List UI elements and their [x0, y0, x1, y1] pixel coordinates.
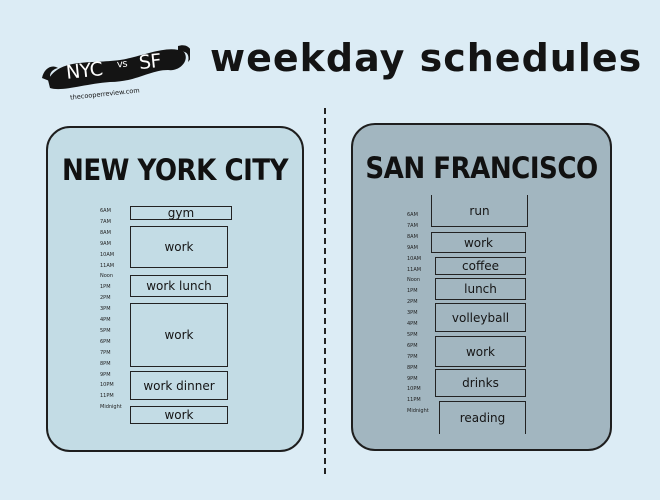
nyc-block-work: work: [130, 226, 228, 268]
nyc-time-label: 3PM: [100, 306, 111, 313]
sf-block-run: run: [431, 195, 528, 227]
nyc-time-label: 9PM: [100, 371, 111, 378]
sf-time-label: 11AM: [407, 266, 422, 273]
sf-block-label: coffee: [462, 259, 499, 273]
sf-time-label: 8PM: [407, 364, 418, 371]
nyc-block-work-lunch: work lunch: [130, 275, 228, 297]
nyc-time-label: 11PM: [100, 393, 114, 400]
sf-time-label: 10PM: [407, 386, 421, 393]
sf-time-label: 7PM: [407, 353, 418, 360]
sf-block-label: volleyball: [451, 310, 510, 325]
nyc-time-label: 4PM: [100, 317, 111, 323]
sf-panel: SAN FRANCISCO 6AM 7AM 8AM 9AM 10AM 11AM Noon 1P…: [351, 123, 612, 451]
nyc-time-label: 11AM: [100, 262, 115, 269]
sf-block-label: lunch: [464, 282, 497, 296]
nyc-time-label: 7AM: [100, 218, 111, 225]
sf-block-work: work: [435, 336, 526, 367]
sf-time-label: 3PM: [407, 310, 418, 317]
nyc-time-label: 6AM: [100, 208, 111, 214]
sf-block-label: reading: [459, 411, 506, 425]
page-title: weekday schedules: [210, 36, 643, 80]
nyc-block-work-dinner: work dinner: [130, 371, 228, 400]
sf-block-drinks: drinks: [435, 369, 526, 397]
sf-block-label: run: [469, 203, 490, 218]
nyc-time-label: 2PM: [100, 295, 111, 302]
sf-time-label: 9PM: [407, 375, 418, 382]
sf-block-reading: reading: [439, 401, 526, 434]
sf-block-work: work: [431, 232, 526, 253]
nyc-time-label: 9AM: [100, 240, 111, 247]
sf-time-label: Midnight: [407, 408, 429, 415]
nyc-time-label: 10AM: [100, 251, 115, 258]
nyc-time-label: 10PM: [100, 382, 114, 389]
sf-time-label: 2PM: [407, 299, 418, 306]
logo-nyc-text: NYC: [64, 58, 104, 84]
sf-time-label: 6PM: [407, 342, 418, 349]
nyc-block-label: work dinner: [143, 378, 215, 393]
center-divider: [324, 108, 326, 474]
nyc-block-work: work: [130, 303, 228, 367]
logo-vs-text: vs: [116, 58, 128, 71]
nyc-time-label: Midnight: [100, 404, 122, 411]
nyc-block-label: work: [164, 240, 194, 254]
sf-block-volleyball: volleyball: [435, 303, 526, 332]
nyc-block-label: work lunch: [146, 279, 212, 293]
nyc-panel: NEW YORK CITY 6AM 7AM 8AM 9AM 10AM 11AM Noon 1P…: [46, 126, 304, 452]
sf-block-label: work: [463, 235, 494, 250]
nyc-block-work: work: [130, 406, 228, 424]
nyc-block-label: work: [164, 408, 194, 422]
nyc-time-label: 8PM: [100, 360, 111, 367]
nyc-time-label: 7PM: [100, 349, 111, 356]
sf-time-label: Noon: [407, 277, 421, 284]
sf-time-label: 4PM: [407, 321, 418, 327]
nyc-time-label: 8AM: [100, 229, 111, 236]
sf-time-label: 6AM: [407, 212, 418, 218]
nyc-block-gym: gym: [130, 206, 232, 220]
nyc-time-label: Noon: [100, 273, 114, 280]
nyc-time-label: 5PM: [100, 327, 111, 334]
sf-time-label: 5PM: [407, 331, 418, 338]
sf-time-label: 1PM: [407, 288, 418, 295]
sf-block-lunch: lunch: [435, 278, 526, 300]
sf-time-label: 8AM: [407, 233, 418, 240]
sf-time-label: 7AM: [407, 222, 418, 229]
nyc-time-label: 1PM: [100, 284, 111, 291]
site-logo: NYC vs SF thecooperreview.com: [40, 38, 190, 104]
sf-time-label: 9AM: [407, 244, 418, 251]
nyc-panel-title: NEW YORK CITY: [62, 153, 288, 187]
nyc-time-label: 6PM: [100, 338, 111, 345]
sf-time-label: 11PM: [407, 397, 421, 404]
sf-block-coffee: coffee: [435, 257, 526, 275]
sf-block-label: drinks: [462, 376, 499, 390]
logo-sf-text: SF: [137, 49, 163, 75]
sf-time-label: 10AM: [407, 255, 422, 262]
sf-block-label: work: [465, 344, 496, 359]
nyc-block-label: work: [164, 328, 194, 342]
sf-panel-title: SAN FRANCISCO: [365, 151, 598, 185]
nyc-block-label: gym: [167, 206, 195, 220]
